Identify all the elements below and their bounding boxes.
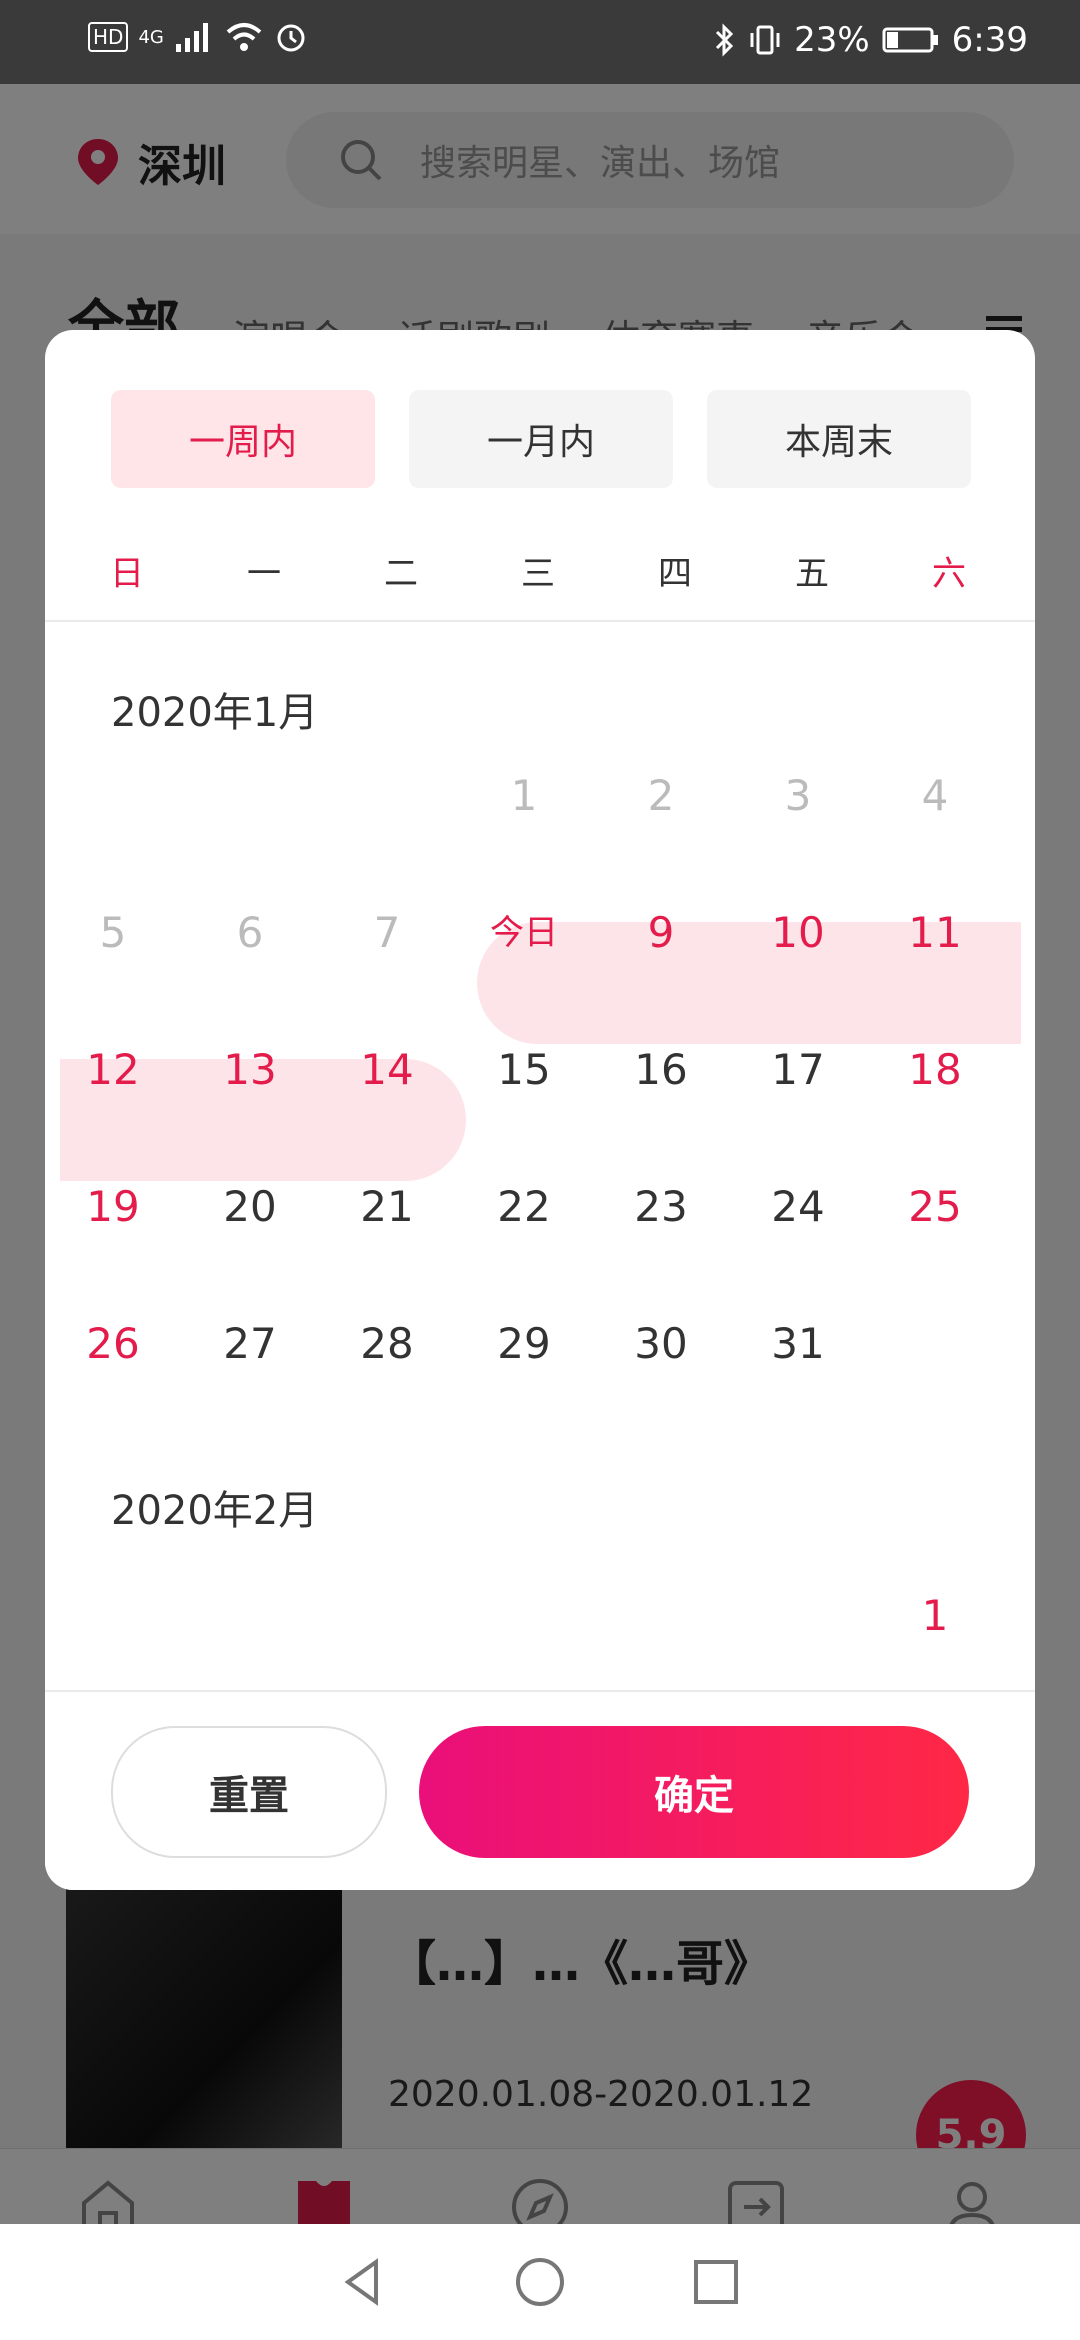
network-label: 4G xyxy=(138,26,164,48)
system-nav-bar xyxy=(0,2224,1080,2340)
calendar-day[interactable]: 5 xyxy=(53,893,173,973)
weekday-mon: 一 xyxy=(247,554,281,594)
calendar-day[interactable]: 4 xyxy=(875,756,995,836)
home-circle-icon[interactable] xyxy=(512,2254,568,2310)
filter-within-month[interactable]: 一月内 xyxy=(409,390,673,488)
calendar-day[interactable]: 2 xyxy=(601,756,721,836)
calendar-day[interactable]: 10 xyxy=(738,893,858,973)
calendar-day[interactable]: 12 xyxy=(53,1030,173,1110)
weekday-sun: 日 xyxy=(110,554,144,594)
wifi-icon xyxy=(226,23,262,51)
quick-filters: 一周内 一月内 本周末 xyxy=(111,390,971,488)
hd-badge: HD xyxy=(88,22,129,52)
weekday-sat: 六 xyxy=(932,554,966,594)
weekday-wed: 三 xyxy=(521,554,555,594)
calendar-day[interactable]: 31 xyxy=(738,1304,858,1384)
recents-icon[interactable] xyxy=(688,2254,744,2310)
month-label-jan: 2020年1月 xyxy=(111,690,319,736)
calendar-day[interactable]: 1 xyxy=(464,756,584,836)
month-label-feb: 2020年2月 xyxy=(111,1488,319,1534)
calendar-day[interactable]: 今日 xyxy=(464,893,584,973)
calendar-day[interactable]: 14 xyxy=(327,1030,447,1110)
status-bar: HD 4G 23% 6:39 xyxy=(0,0,1080,84)
calendar-day[interactable]: 7 xyxy=(327,893,447,973)
calendar-day[interactable]: 28 xyxy=(327,1304,447,1384)
calendar-day[interactable]: 25 xyxy=(875,1167,995,1247)
weekday-header: 日 一 二 三 四 五 六 xyxy=(45,530,1035,622)
calendar-day[interactable]: 17 xyxy=(738,1030,858,1110)
battery-percent: 23% xyxy=(794,20,870,60)
status-right: 23% 6:39 xyxy=(714,20,1028,60)
calendar-day[interactable]: 30 xyxy=(601,1304,721,1384)
calendar-day[interactable]: 24 xyxy=(738,1167,858,1247)
reset-button[interactable]: 重置 xyxy=(111,1726,387,1858)
filter-this-weekend[interactable]: 本周末 xyxy=(707,390,971,488)
back-icon[interactable] xyxy=(336,2254,392,2310)
calendar-day[interactable]: 16 xyxy=(601,1030,721,1110)
calendar-day[interactable]: 23 xyxy=(601,1167,721,1247)
calendar-day[interactable]: 13 xyxy=(190,1030,310,1110)
calendar-day[interactable]: 9 xyxy=(601,893,721,973)
confirm-button[interactable]: 确定 xyxy=(419,1726,969,1858)
calendar-day[interactable]: 3 xyxy=(738,756,858,836)
calendar-day[interactable]: 15 xyxy=(464,1030,584,1110)
filter-within-week[interactable]: 一周内 xyxy=(111,390,375,488)
calendar-day[interactable]: 20 xyxy=(190,1167,310,1247)
weekday-tue: 二 xyxy=(384,554,418,594)
calendar-day[interactable]: 27 xyxy=(190,1304,310,1384)
calendar-day[interactable]: 1 xyxy=(875,1576,995,1656)
calendar-day[interactable]: 19 xyxy=(53,1167,173,1247)
calendar-day[interactable]: 26 xyxy=(53,1304,173,1384)
bluetooth-icon xyxy=(716,23,734,57)
calendar-day[interactable]: 6 xyxy=(190,893,310,973)
clock-time: 6:39 xyxy=(951,20,1028,60)
signal-icon xyxy=(175,23,208,52)
date-picker-modal: 一周内 一月内 本周末 日 一 二 三 四 五 六 2020年1月 2020年2… xyxy=(45,330,1035,1890)
vibrate-icon xyxy=(750,25,780,55)
status-left: HD 4G xyxy=(88,20,308,54)
battery-icon xyxy=(882,27,938,53)
calendar-day[interactable]: 11 xyxy=(875,893,995,973)
calendar-day[interactable]: 29 xyxy=(464,1304,584,1384)
calendar-day[interactable]: 21 xyxy=(327,1167,447,1247)
weekday-fri: 五 xyxy=(795,554,829,594)
calendar-day[interactable]: 22 xyxy=(464,1167,584,1247)
weekday-thu: 四 xyxy=(658,554,692,594)
calendar-day[interactable]: 18 xyxy=(875,1030,995,1110)
calendar-scroll[interactable]: 2020年1月 2020年2月 1 2 3 4 5 6 7 今日 9 10 11 12 13 14 15 16… xyxy=(45,622,1035,1722)
modal-footer: 重置 确定 xyxy=(45,1690,1035,1890)
alarm-icon xyxy=(277,24,305,52)
